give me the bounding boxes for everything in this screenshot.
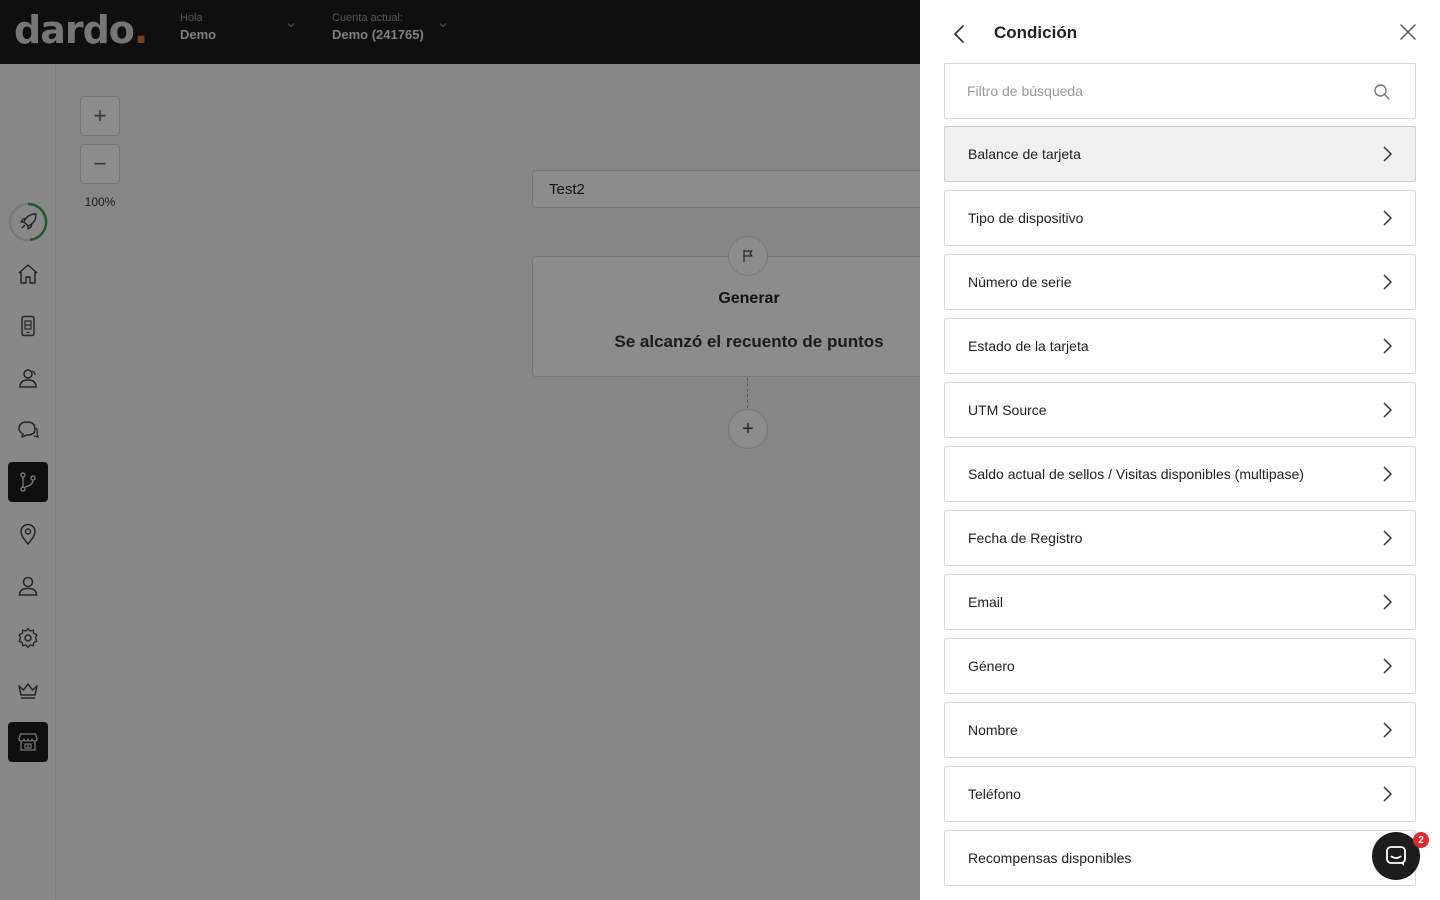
chevron-right-icon (1383, 658, 1392, 674)
chevron-right-icon (1383, 402, 1392, 418)
condition-item[interactable]: Estado de la tarjeta (944, 318, 1416, 374)
back-arrow-icon[interactable] (948, 22, 972, 46)
condition-label: Email (968, 594, 1004, 610)
search-box (944, 63, 1416, 119)
chevron-right-icon (1383, 722, 1392, 738)
chevron-right-icon (1383, 530, 1392, 546)
close-icon[interactable] (1396, 20, 1420, 44)
chat-bubble-icon (1386, 846, 1406, 866)
chevron-right-icon (1383, 210, 1392, 226)
chevron-right-icon (1383, 786, 1392, 802)
condition-item[interactable]: Número de serie (944, 254, 1416, 310)
chevron-right-icon (1383, 466, 1392, 482)
condition-label: Teléfono (968, 786, 1021, 802)
condition-label: Estado de la tarjeta (968, 338, 1089, 354)
condition-label: Balance de tarjeta (968, 146, 1081, 162)
drawer-title: Condición (994, 23, 1078, 42)
condition-item[interactable]: Tipo de dispositivo (944, 190, 1416, 246)
condition-item[interactable]: Saldo actual de sellos / Visitas disponi… (944, 446, 1416, 502)
condition-label: Número de serie (968, 274, 1072, 290)
condition-item[interactable]: Teléfono (944, 766, 1416, 822)
condition-label: Tipo de dispositivo (968, 210, 1084, 226)
chevron-right-icon (1383, 594, 1392, 610)
condition-label: UTM Source (968, 402, 1047, 418)
condition-label: Fecha de Registro (968, 530, 1083, 546)
condition-label: Recompensas disponibles (968, 850, 1132, 866)
condition-label: Nombre (968, 722, 1018, 738)
condition-item[interactable]: Balance de tarjeta (944, 126, 1416, 182)
condition-item[interactable]: Recompensas disponibles (944, 830, 1416, 886)
condition-label: Género (968, 658, 1015, 674)
chevron-right-icon (1383, 274, 1392, 290)
condition-label: Saldo actual de sellos / Visitas disponi… (968, 466, 1304, 482)
condition-item[interactable]: UTM Source (944, 382, 1416, 438)
chevron-right-icon (1383, 146, 1392, 162)
chevron-right-icon (1383, 338, 1392, 354)
notification-badge: 2 (1413, 832, 1429, 848)
condition-item[interactable]: Nombre (944, 702, 1416, 758)
condition-item[interactable]: Género (944, 638, 1416, 694)
condition-item[interactable]: Email (944, 574, 1416, 630)
search-input[interactable] (967, 64, 1367, 118)
condition-item[interactable]: Fecha de Registro (944, 510, 1416, 566)
modal-overlay[interactable] (0, 0, 920, 900)
search-icon[interactable] (1372, 82, 1392, 102)
